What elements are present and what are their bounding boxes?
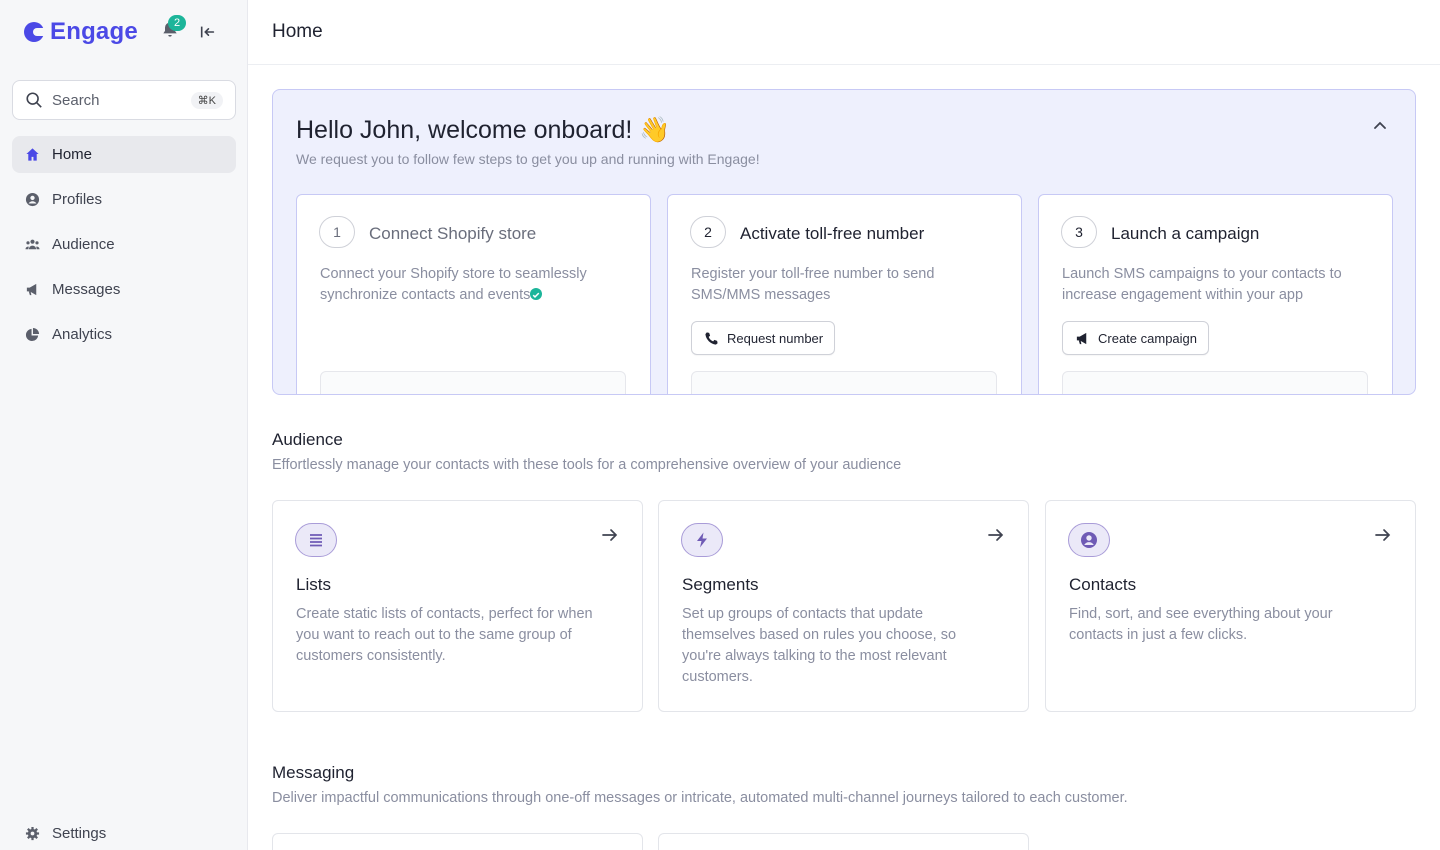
sidebar-item-analytics[interactable]: Analytics [12, 316, 236, 353]
sidebar-item-home[interactable]: Home [12, 136, 236, 173]
search-icon [26, 92, 42, 108]
pie-chart-icon [24, 327, 40, 343]
audience-section-title: Audience [272, 430, 343, 449]
search-label: Search [52, 91, 100, 109]
home-icon [24, 147, 40, 163]
card-description: Create static lists of contacts, perfect… [296, 606, 593, 664]
sidebar-item-audience[interactable]: Audience [12, 226, 236, 263]
step-placeholder [1062, 371, 1368, 394]
arrow-right-icon [986, 525, 1006, 545]
onboarding-title: Hello John, welcome onboard! 👋 [296, 116, 671, 144]
megaphone-icon [24, 282, 40, 298]
sidebar: Engage 2 Search ⌘K Home Profiles Audienc… [0, 0, 248, 850]
step-title: Launch a campaign [1111, 224, 1260, 243]
profile-icon [24, 192, 40, 208]
brand-name: Engage [50, 18, 138, 45]
create-campaign-button[interactable]: Create campaign [1062, 321, 1209, 355]
card-description: Find, sort, and see everything about you… [1069, 606, 1333, 643]
sidebar-item-profiles[interactable]: Profiles [12, 181, 236, 218]
notification-count-badge: 2 [168, 15, 186, 31]
card-title: Segments [682, 575, 759, 594]
step-title: Activate toll-free number [740, 224, 925, 243]
users-icon [24, 237, 40, 253]
card-title: Contacts [1069, 575, 1137, 594]
create-campaign-label: Create campaign [1098, 330, 1197, 346]
engage-logo-icon [24, 22, 45, 42]
step-placeholder [691, 371, 997, 394]
sidebar-item-messages[interactable]: Messages [12, 271, 236, 308]
step-title: Connect Shopify store [369, 224, 537, 243]
messaging-card[interactable] [658, 833, 1029, 850]
messaging-card[interactable] [272, 833, 643, 850]
onboarding-panel: Hello John, welcome onboard! 👋 We reques… [272, 89, 1416, 395]
step-description: Connect your Shopify store to seamlessly… [320, 266, 587, 303]
step-number: 3 [1061, 216, 1097, 248]
search-shortcut: ⌘K [190, 91, 223, 109]
audience-section-subtitle: Effortlessly manage your contacts with t… [272, 457, 902, 473]
request-number-button[interactable]: Request number [691, 321, 836, 355]
check-circle-icon [530, 288, 542, 300]
sidebar-item-label: Messages [52, 281, 121, 298]
collapse-sidebar-icon[interactable] [199, 23, 217, 41]
messaging-section-title: Messaging [272, 763, 355, 782]
sidebar-item-label: Home [52, 146, 93, 163]
user-circle-icon [1068, 523, 1110, 557]
sidebar-item-label: Analytics [52, 326, 113, 343]
sidebar-item-label: Audience [52, 236, 115, 253]
arrow-right-icon [1373, 525, 1393, 545]
onboarding-step-launch-campaign: 3 Launch a campaign Launch SMS campaigns… [1038, 194, 1393, 394]
audience-card-lists[interactable]: Lists Create static lists of contacts, p… [272, 500, 643, 712]
search-box[interactable]: Search ⌘K [12, 80, 236, 120]
sidebar-item-label: Profiles [52, 191, 103, 208]
brand-logo[interactable]: Engage [24, 14, 138, 50]
audience-card-segments[interactable]: Segments Set up groups of contacts that … [658, 500, 1029, 712]
step-number: 1 [319, 216, 355, 248]
top-bar: Home [248, 0, 1440, 65]
card-title: Lists [296, 575, 331, 594]
step-description: Register your toll-free number to send S… [691, 266, 935, 303]
settings-label: Settings [52, 824, 107, 842]
messaging-section-subtitle: Deliver impactful communications through… [272, 790, 1128, 806]
step-description: Launch SMS campaigns to your contacts to… [1062, 266, 1342, 303]
onboarding-step-toll-free: 2 Activate toll-free number Register you… [667, 194, 1022, 394]
request-number-label: Request number [727, 330, 824, 346]
gear-icon [24, 825, 40, 841]
phone-icon [705, 331, 718, 345]
sidebar-nav: Home Profiles Audience Messages Analytic… [12, 136, 236, 361]
chevron-up-icon[interactable] [1371, 117, 1389, 135]
audience-card-contacts[interactable]: Contacts Find, sort, and see everything … [1045, 500, 1416, 712]
step-placeholder [320, 371, 626, 394]
sidebar-item-settings[interactable]: Settings [12, 818, 236, 848]
card-description: Set up groups of contacts that update th… [682, 606, 957, 685]
onboarding-step-connect-shopify[interactable]: 1 Connect Shopify store Connect your Sho… [296, 194, 651, 394]
list-icon [295, 523, 337, 557]
arrow-right-icon [600, 525, 620, 545]
lightning-icon [681, 523, 723, 557]
page-title: Home [272, 21, 323, 42]
megaphone-icon [1076, 332, 1087, 344]
onboarding-subtitle: We request you to follow few steps to ge… [296, 151, 760, 167]
step-number: 2 [690, 216, 726, 248]
